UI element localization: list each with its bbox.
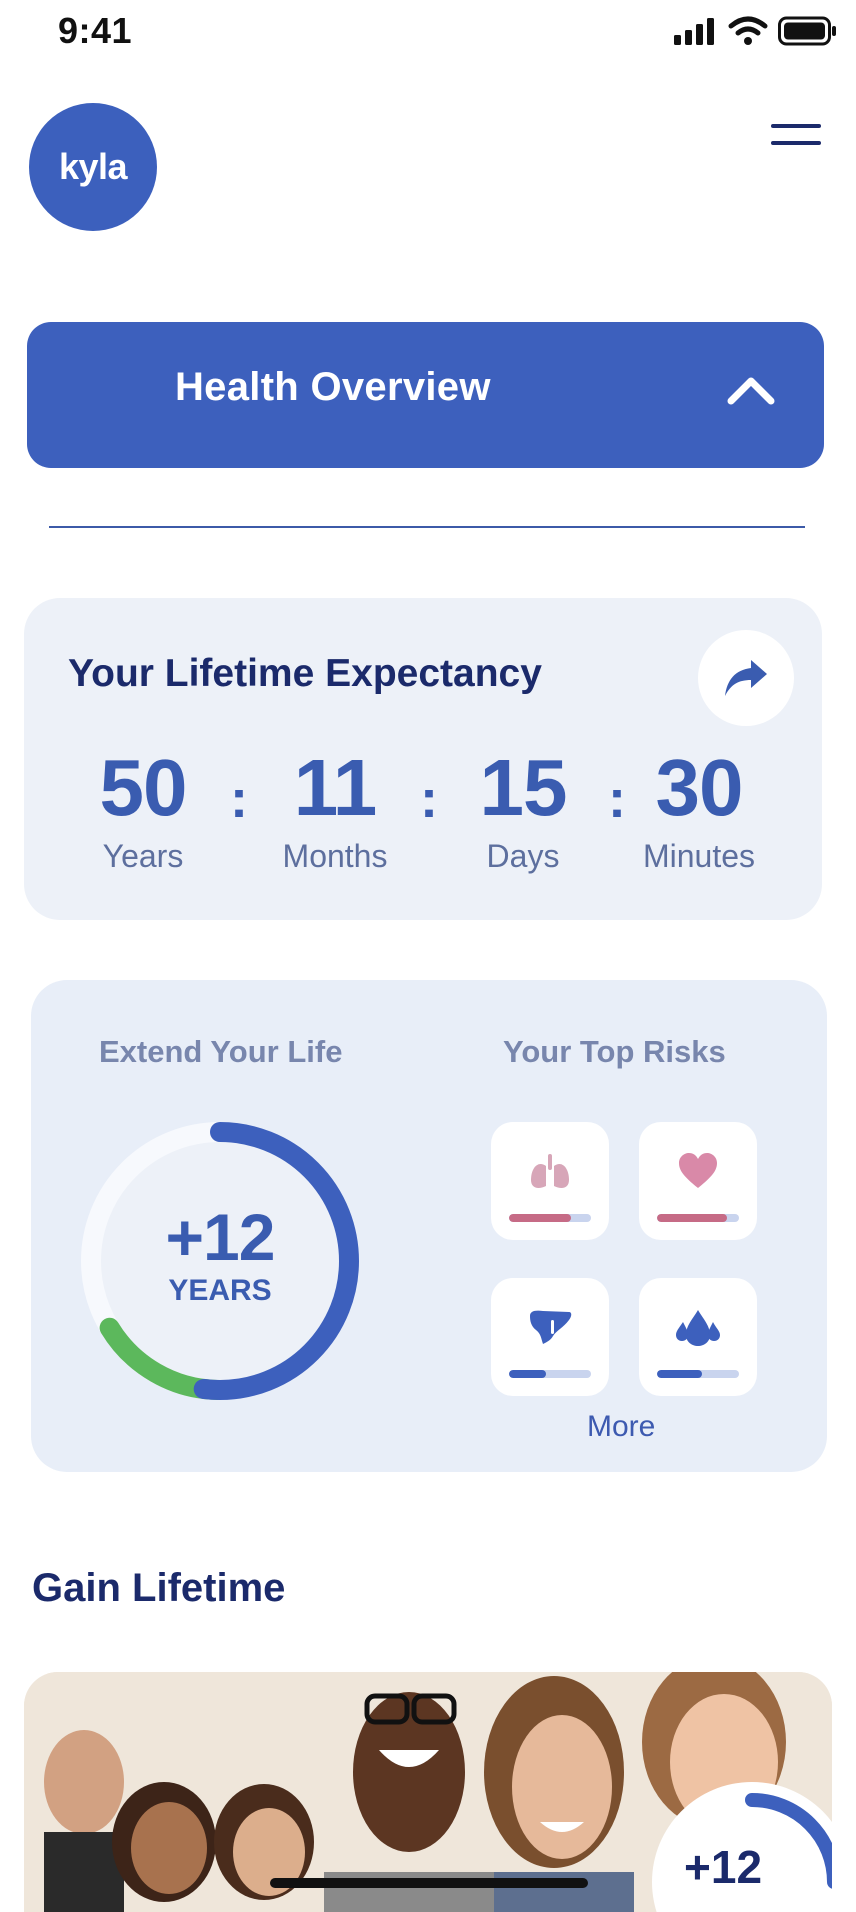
risk-bar (657, 1214, 739, 1222)
months-unit: 11 Months (250, 748, 420, 875)
gain-lifetime-title: Gain Lifetime (32, 1566, 286, 1610)
minutes-unit: 30 Minutes (614, 748, 784, 875)
risk-lungs[interactable] (491, 1122, 609, 1240)
months-label: Months (282, 838, 388, 874)
years-unit: 50 Years (58, 748, 228, 875)
wifi-icon (728, 16, 768, 45)
share-button[interactable] (698, 630, 794, 726)
health-overview-title: Health Overview (175, 365, 491, 409)
status-time: 9:41 (58, 10, 133, 51)
colon-separator: : (420, 769, 438, 829)
chevron-up-icon (727, 377, 775, 405)
lifetime-expectancy-title: Your Lifetime Expectancy (68, 652, 542, 695)
badge-value: +12 (684, 1841, 763, 1893)
home-indicator (270, 1878, 588, 1888)
months-value: 11 (293, 743, 378, 832)
battery-icon (778, 16, 836, 46)
lungs-icon (531, 1154, 569, 1188)
minutes-value: 30 (655, 743, 744, 832)
section-divider (49, 526, 805, 528)
extend-life-card: Extend Your Life Your Top Risks +12 YEAR… (31, 980, 827, 1472)
extend-life-title: Extend Your Life (99, 1034, 343, 1069)
risk-liver[interactable] (491, 1278, 609, 1396)
ring-unit: YEARS (168, 1274, 272, 1307)
risk-bar (509, 1370, 591, 1378)
hamburger-menu-icon[interactable] (771, 124, 821, 154)
more-risks-link[interactable]: More (587, 1410, 655, 1444)
days-unit: 15 Days (438, 748, 608, 875)
minutes-label: Minutes (642, 838, 756, 874)
top-risks-title: Your Top Risks (503, 1034, 726, 1069)
gain-badge: +12 (652, 1782, 832, 1912)
risk-bar (657, 1370, 739, 1378)
days-value: 15 (479, 743, 568, 832)
colon-separator: : (230, 769, 248, 829)
ring-label: +12 YEARS (75, 1204, 365, 1308)
years-value: 50 (99, 743, 188, 832)
years-label: Years (102, 838, 184, 874)
days-label: Days (486, 838, 560, 874)
logo-text: kyla (58, 146, 128, 187)
status-icons (674, 16, 838, 46)
heart-icon (679, 1153, 717, 1188)
liver-icon (530, 1310, 572, 1344)
signal-icon (674, 18, 714, 45)
share-arrow-icon (725, 660, 767, 696)
risk-drops[interactable] (639, 1278, 757, 1396)
risk-heart[interactable] (639, 1122, 757, 1240)
life-extension-ring[interactable]: +12 YEARS (75, 1116, 365, 1406)
health-overview-toggle[interactable]: Health Overview (27, 322, 824, 468)
drops-icon (676, 1310, 720, 1346)
gain-lifetime-photo-card[interactable]: +12 (24, 1672, 832, 1912)
ring-value: +12 (165, 1200, 276, 1274)
lifetime-expectancy-card: Your Lifetime Expectancy 50 Years : 11 M… (24, 598, 822, 920)
risk-bar (509, 1214, 591, 1222)
kyla-logo[interactable]: kyla (29, 103, 157, 231)
